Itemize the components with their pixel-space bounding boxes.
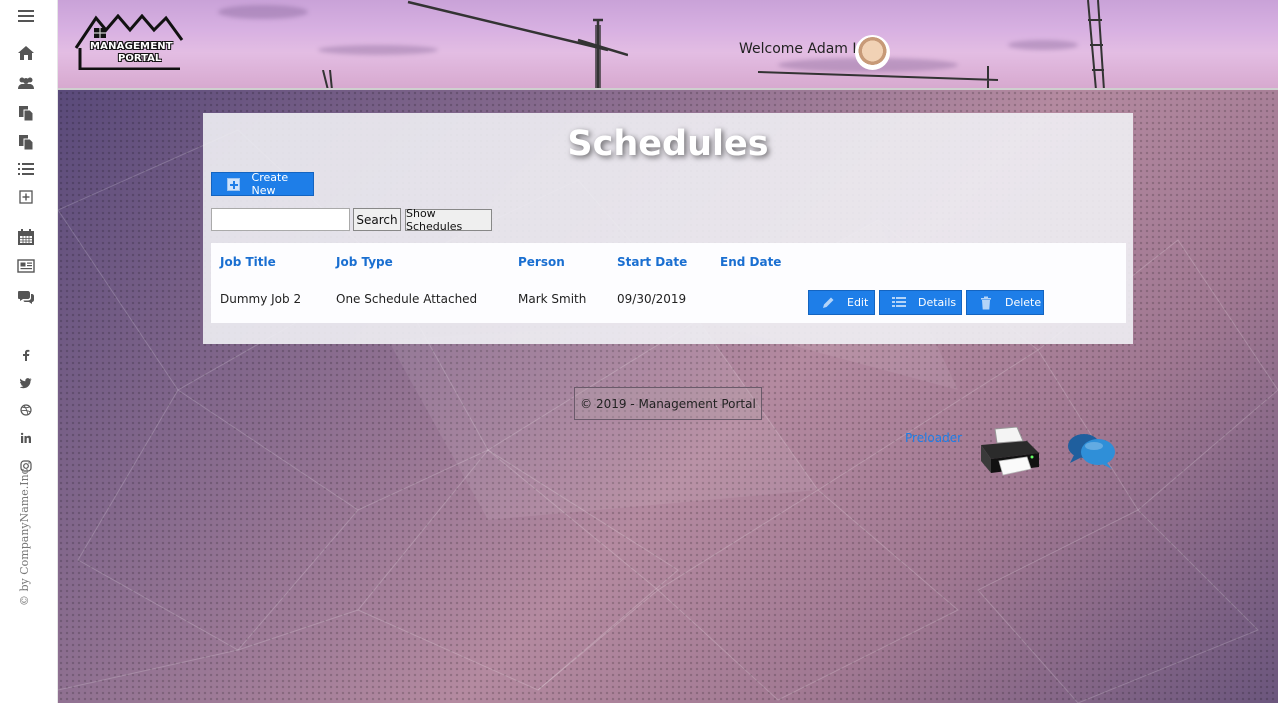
show-schedules-button[interactable]: Show Schedules [405,207,492,233]
linkedin-icon[interactable] [20,432,32,444]
footer-copyright: © 2019 - Management Portal [574,387,762,420]
column-header-job-type[interactable]: Job Type [336,255,393,269]
preloader-link[interactable]: Preloader [905,431,962,445]
plus-icon [227,177,240,191]
column-header-person[interactable]: Person [518,255,565,269]
trash-icon [979,296,993,310]
vertical-copyright: © by CompanyName.Inc [18,468,31,606]
users-icon[interactable] [17,74,35,92]
column-header-job-title[interactable]: Job Title [220,255,276,269]
delete-button[interactable]: Delete [966,290,1044,315]
calendar-icon[interactable] [17,228,35,246]
avatar[interactable] [855,35,890,70]
header-banner: MANAGEMENT PORTAL Welcome Adam I [58,0,1278,90]
page-title: Schedules [567,124,769,164]
dribbble-icon[interactable] [20,404,32,416]
edit-label: Edit [847,296,869,309]
crane-silhouette [407,0,628,88]
cell-start-date: 09/30/2019 [617,292,687,306]
edit-button[interactable]: Edit [808,290,875,315]
menu-icon[interactable] [17,7,35,25]
delete-label: Delete [1005,296,1042,309]
welcome-text: Welcome Adam I [739,41,857,57]
copy-icon[interactable] [17,133,35,151]
create-new-button[interactable]: Create New [211,171,314,197]
cell-job-title: Dummy Job 2 [220,292,302,306]
logo-text: MANAGEMENT [90,41,173,52]
facebook-icon[interactable] [20,349,32,361]
home-icon[interactable] [17,44,35,62]
list-icon [892,296,906,310]
twitter-icon[interactable] [20,377,32,389]
newspaper-icon[interactable] [17,257,35,275]
details-button[interactable]: Details [879,290,962,315]
search-input[interactable] [211,208,350,231]
column-header-start-date[interactable]: Start Date [617,255,687,269]
sidebar: © by CompanyName.Inc [0,0,58,703]
plus-square-icon[interactable] [17,188,35,206]
crane-silhouette [322,70,333,88]
cell-job-type: One Schedule Attached [336,292,478,306]
list-icon[interactable] [17,160,35,178]
chat-bubbles-icon[interactable] [1066,431,1118,471]
column-header-end-date[interactable]: End Date [720,255,781,269]
create-new-label: Create New [251,171,289,197]
details-label: Details [918,296,957,309]
search-button[interactable]: Search [353,208,401,231]
printer-icon[interactable] [977,427,1041,477]
copy-icon[interactable] [17,104,35,122]
crane-silhouette [1087,0,1105,88]
comments-icon[interactable] [17,288,35,306]
logo-text: PORTAL [118,53,162,64]
cell-person: Mark Smith [518,292,587,306]
pencil-icon [821,296,835,310]
